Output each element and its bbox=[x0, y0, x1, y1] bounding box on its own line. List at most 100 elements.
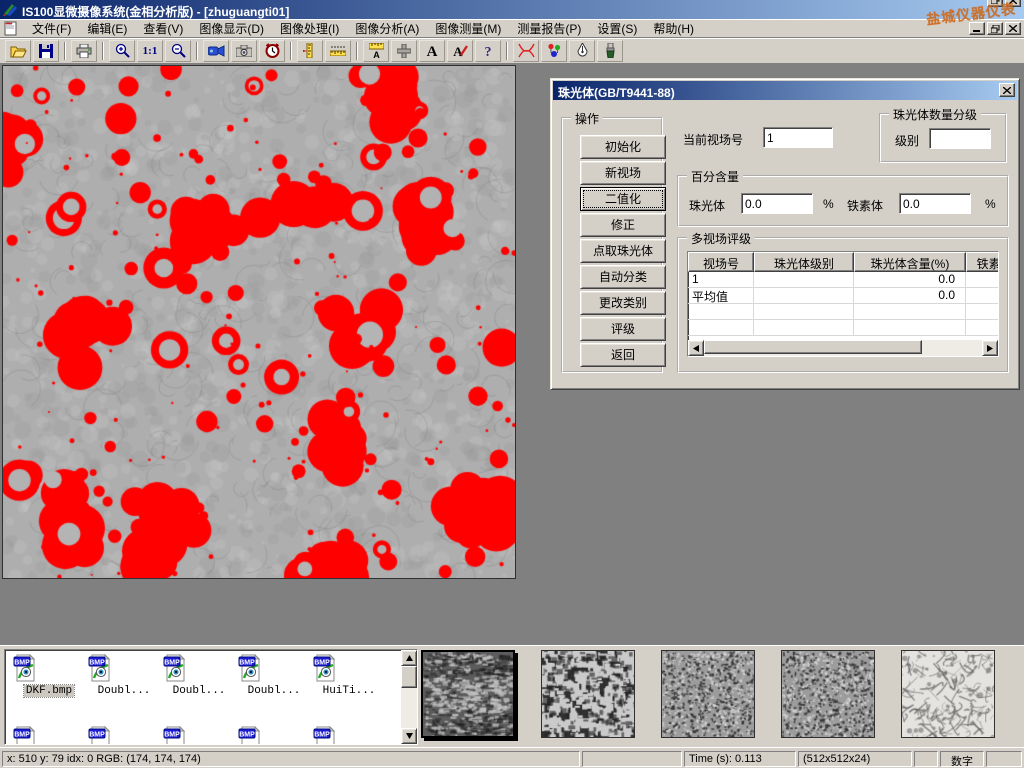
bmp-file-icon: BMP bbox=[238, 654, 262, 682]
table-row[interactable] bbox=[688, 320, 998, 336]
child-minimize-button[interactable] bbox=[969, 22, 985, 35]
file-item[interactable]: BMP HuiTi... bbox=[313, 654, 385, 697]
file-item[interactable]: BMP bbox=[13, 726, 85, 745]
auto-classify-button[interactable]: 自动分类 bbox=[580, 265, 666, 289]
ferrite-percent-input[interactable] bbox=[899, 193, 971, 214]
metallographic-image[interactable] bbox=[2, 65, 516, 579]
save-button[interactable] bbox=[33, 40, 59, 62]
label-points-button[interactable] bbox=[541, 40, 567, 62]
child-restore-button[interactable] bbox=[987, 22, 1003, 35]
file-item[interactable]: BMP bbox=[88, 726, 160, 745]
file-item[interactable]: BMP DKF.bmp bbox=[13, 654, 85, 697]
table-row[interactable]: 1 0.0 bbox=[688, 272, 998, 288]
new-field-button[interactable]: 新视场 bbox=[580, 161, 666, 185]
menu-image-measure[interactable]: 图像测量(M) bbox=[427, 18, 509, 39]
current-field-input[interactable] bbox=[763, 127, 833, 148]
hscroll-thumb[interactable] bbox=[704, 340, 922, 354]
help-button[interactable]: ? bbox=[475, 40, 501, 62]
change-class-button[interactable]: 更改类别 bbox=[580, 291, 666, 315]
video-capture-button[interactable] bbox=[203, 40, 229, 62]
zoom-in-button[interactable] bbox=[109, 40, 135, 62]
thumbnail-2[interactable] bbox=[541, 650, 635, 738]
initialize-button[interactable]: 初始化 bbox=[580, 135, 666, 159]
thumbnail-5[interactable] bbox=[901, 650, 995, 738]
table-row[interactable]: 平均值 0.0 bbox=[688, 288, 998, 304]
file-item[interactable]: BMP Doubl... bbox=[88, 654, 160, 697]
menu-file[interactable]: 文件(F) bbox=[24, 18, 79, 39]
close-button[interactable] bbox=[1005, 0, 1021, 7]
actual-size-button[interactable]: 1:1 bbox=[137, 40, 163, 62]
svg-text:BMP: BMP bbox=[314, 732, 330, 739]
scroll-up-arrow[interactable] bbox=[401, 650, 417, 666]
toolbar-separator bbox=[64, 42, 66, 60]
file-name: HuiTi... bbox=[321, 685, 378, 697]
text-annotation-button[interactable]: A bbox=[419, 40, 445, 62]
dialog-title: 珠光体(GB/T9441-88) bbox=[558, 86, 675, 100]
menu-help[interactable]: 帮助(H) bbox=[645, 18, 702, 39]
rate-button[interactable]: 评级 bbox=[580, 317, 666, 341]
binarize-button[interactable]: 二值化 bbox=[580, 187, 666, 211]
table-row[interactable] bbox=[688, 304, 998, 320]
multi-field-group-label: 多视场评级 bbox=[687, 230, 755, 247]
bmp-file-icon: BMP bbox=[238, 726, 262, 745]
status-empty-panel bbox=[986, 751, 1022, 767]
scroll-down-arrow[interactable] bbox=[401, 728, 417, 744]
vscroll-thumb[interactable] bbox=[401, 666, 417, 688]
photo-capture-button[interactable] bbox=[231, 40, 257, 62]
text-edit-button[interactable]: A bbox=[447, 40, 473, 62]
caliper-measure-button[interactable] bbox=[297, 40, 323, 62]
menu-measure-report[interactable]: 测量报告(P) bbox=[509, 18, 589, 39]
scroll-left-arrow[interactable] bbox=[688, 340, 704, 356]
printer-icon bbox=[76, 44, 92, 58]
file-item[interactable]: BMP bbox=[238, 726, 310, 745]
red-curves-icon bbox=[518, 43, 535, 58]
return-button[interactable]: 返回 bbox=[580, 343, 666, 367]
timer-button[interactable] bbox=[259, 40, 285, 62]
table-hscrollbar[interactable] bbox=[688, 340, 998, 356]
svg-text:BMP: BMP bbox=[89, 660, 105, 667]
zoom-out-button[interactable] bbox=[165, 40, 191, 62]
dialog-titlebar[interactable]: 珠光体(GB/T9441-88) bbox=[553, 81, 1017, 100]
scroll-right-arrow[interactable] bbox=[982, 340, 998, 356]
thumbnail-3[interactable] bbox=[661, 650, 755, 738]
file-list-scrollbar[interactable] bbox=[401, 650, 417, 744]
text-edit-icon: A bbox=[452, 43, 468, 58]
restore-button[interactable] bbox=[987, 0, 1003, 7]
svg-text:BMP: BMP bbox=[164, 660, 180, 667]
file-item[interactable]: BMP Doubl... bbox=[238, 654, 310, 697]
open-file-button[interactable] bbox=[5, 40, 31, 62]
file-item[interactable]: BMP bbox=[313, 726, 385, 745]
thumbnail-1[interactable] bbox=[421, 650, 515, 738]
file-item[interactable]: BMP Doubl... bbox=[163, 654, 235, 697]
pick-pearlite-button[interactable]: 点取珠光体 bbox=[580, 239, 666, 263]
file-name: Doubl... bbox=[96, 685, 153, 697]
menu-edit[interactable]: 编辑(E) bbox=[79, 18, 135, 39]
menu-image-display[interactable]: 图像显示(D) bbox=[191, 18, 272, 39]
menu-image-processing[interactable]: 图像处理(I) bbox=[272, 18, 347, 39]
toolbar-separator bbox=[356, 42, 358, 60]
menu-settings[interactable]: 设置(S) bbox=[589, 18, 645, 39]
file-name: Doubl... bbox=[171, 685, 228, 697]
ruler-measure-button[interactable] bbox=[325, 40, 351, 62]
calibrate-button[interactable]: A bbox=[363, 40, 389, 62]
curve-tool-button[interactable] bbox=[513, 40, 539, 62]
svg-text:BMP: BMP bbox=[164, 732, 180, 739]
child-close-button[interactable] bbox=[1005, 22, 1021, 35]
pen-tool-button[interactable] bbox=[569, 40, 595, 62]
level-input[interactable] bbox=[929, 128, 991, 149]
print-button[interactable] bbox=[71, 40, 97, 62]
document-icon[interactable] bbox=[4, 21, 18, 36]
file-item[interactable]: BMP bbox=[163, 726, 235, 745]
thumbnail-4[interactable] bbox=[781, 650, 875, 738]
menu-view[interactable]: 查看(V) bbox=[135, 18, 191, 39]
dialog-close-button[interactable] bbox=[999, 83, 1015, 97]
pearlite-percent-input[interactable] bbox=[741, 193, 813, 214]
menu-image-analysis[interactable]: 图像分析(A) bbox=[347, 18, 427, 39]
correct-button[interactable]: 修正 bbox=[580, 213, 666, 237]
col-pearlite-content: 珠光体含量(%) bbox=[854, 252, 966, 272]
svg-text:BMP: BMP bbox=[14, 660, 30, 667]
brush-tool-button[interactable] bbox=[597, 40, 623, 62]
grid-tool-button[interactable] bbox=[391, 40, 417, 62]
bmp-file-icon: BMP bbox=[313, 654, 337, 682]
file-name: Doubl... bbox=[246, 685, 303, 697]
